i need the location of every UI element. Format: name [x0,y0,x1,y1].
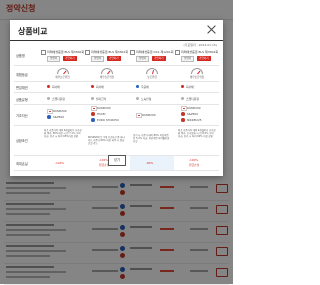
row-condition: 상환조건 최초 기준가격 대비 6개월마다 조기상환 평가, 85%이상 시 연… [14,126,219,156]
asset-name: NIKKEI225 [187,118,202,122]
type-icon [47,97,50,100]
row-underlying: 기초자산 KOSPI200 S&P500 KOSPI200 HSCEI EURO… [14,105,219,126]
loss-value: -100% [189,158,199,162]
modal-title: 상품비교 [18,27,48,36]
bond-value: 국공채 [141,85,149,89]
asset-name: HSCEI [97,112,106,116]
condition-text: 최초 기준가격 대비 6개월마다 조기상환 평가, 85%이상 시 연 7.1%… [44,129,82,139]
risk-label: 매우높은위험 [99,76,115,79]
row-risk-grade: 위험등급 매우높은위험 매우높은위험 높은위험 매우높은위험 [14,66,219,82]
type-icon [136,97,139,100]
risk-label: 매우높은위험 [55,76,70,79]
bond-icon [47,85,50,88]
prospectus-button[interactable]: 설명서 [91,56,105,62]
flag-icon [181,118,185,122]
asset-name: KOSPI200 [97,106,111,110]
subscribe-button[interactable]: 가입하기 [63,56,77,61]
risk-gauge-icon [57,68,69,75]
row-header: 위험등급 [16,73,28,77]
prospectus-button[interactable]: 설명서 [181,56,195,62]
row-product-name: 상품명 미래에셋증권 ELS 제3300회 설명서 가입하기 미래에셋증권 EL… [14,47,219,66]
type-value: 스텝다운형 [52,97,65,101]
row-type: 상품유형 스텝다운형 월지급식 노녹인형 스텝다운형 [14,93,219,105]
asset-name: KOSPI200 [53,109,67,113]
product-checkbox[interactable] [130,50,135,55]
subscribe-button[interactable]: 가입하기 [107,56,121,61]
product-name: 미래에셋증권 DLS 제1201회 [136,50,174,54]
bond-icon [136,85,139,88]
condition-text: 최초 기준가격 대비 4개월마다 조기상환 평가, 조기상환 시 연 8.0% … [178,129,216,139]
product-cell: 미래에셋증권 ELS 제3301회 설명서 가입하기 [85,47,129,65]
asset-name: EURO STOXX50 [97,118,119,122]
subscribe-button[interactable]: 가입하기 [197,56,211,61]
row-header: 편입채권 [16,86,28,90]
risk-gauge-icon [101,68,113,75]
bond-icon [91,85,94,88]
risk-gauge-icon [191,68,203,75]
product-name: 미래에셋증권 ELS 제3300회 [47,50,85,54]
flag-icon [181,112,185,116]
loss-value: -80% [146,161,154,165]
product-cell: 미래에셋증권 ELS 제3302회 설명서 가입하기 [175,47,219,65]
risk-gauge-icon [146,68,158,75]
product-compare-modal: 상품비교 (기준일자 : 2024.01.15) 상품명 미래에셋증권 ELS … [10,20,223,176]
bond-icon [181,85,184,88]
type-value: 노녹인형 [141,97,152,101]
risk-label: 높은위험 [147,76,157,79]
flag-icon [91,112,95,116]
title-divider [10,40,223,41]
asset-name: S&P500 [187,112,198,116]
type-icon [91,97,94,100]
product-name: 미래에셋증권 ELS 제3301회 [91,50,129,54]
asset-name: KOSPI200 [187,106,201,110]
risk-label: 매우높은위험 [189,76,205,79]
product-cell: 미래에셋증권 DLS 제1201회 설명서 가입하기 [130,47,174,65]
asset-name: S&P500 [53,115,64,119]
product-checkbox[interactable] [41,50,46,55]
asset-name: KOSPI200 [142,113,156,117]
bond-value: 회사채 [186,85,194,89]
row-header: 최대손실 [16,162,28,166]
product-name: 미래에셋증권 ELS 제3302회 [181,50,219,54]
bond-value: 회사채 [96,85,104,89]
type-value: 스텝다운형 [186,97,199,101]
close-icon[interactable] [207,24,217,34]
product-checkbox[interactable] [175,50,180,55]
subscribe-button[interactable]: 가입하기 [152,56,166,61]
prospectus-button[interactable]: 설명서 [136,56,150,62]
flag-icon [91,118,95,122]
type-icon [181,97,184,100]
row-header: 기초자산 [16,114,28,118]
product-cell: 미래에셋증권 ELS 제3300회 설명서 가입하기 [41,47,84,65]
condition-text: KOSPI200 등 3개 기초자산 중 하나라도 기준가 60% 미만 하락 … [88,136,125,146]
condition-text: 만기 시 기준가 대비 80% 이상이면 연 5.2% 지급, 미만이면 하락률… [133,134,170,144]
product-checkbox[interactable] [85,50,90,55]
prospectus-button[interactable]: 설명서 [47,56,61,62]
row-header: 상품유형 [16,98,28,102]
flag-icon [47,115,51,119]
loss-note: 원금손실 [189,163,200,167]
row-header: 상품명 [16,54,25,58]
row-bond: 편입채권 회사채 회사채 국공채 회사채 [14,82,219,93]
type-value: 월지급식 [96,97,107,101]
bond-value: 회사채 [52,85,60,89]
loss-value: -100% [55,161,65,165]
row-header: 상환조건 [16,139,28,143]
loss-value: -100% [99,158,109,162]
close-button[interactable]: 닫기 [108,155,126,166]
